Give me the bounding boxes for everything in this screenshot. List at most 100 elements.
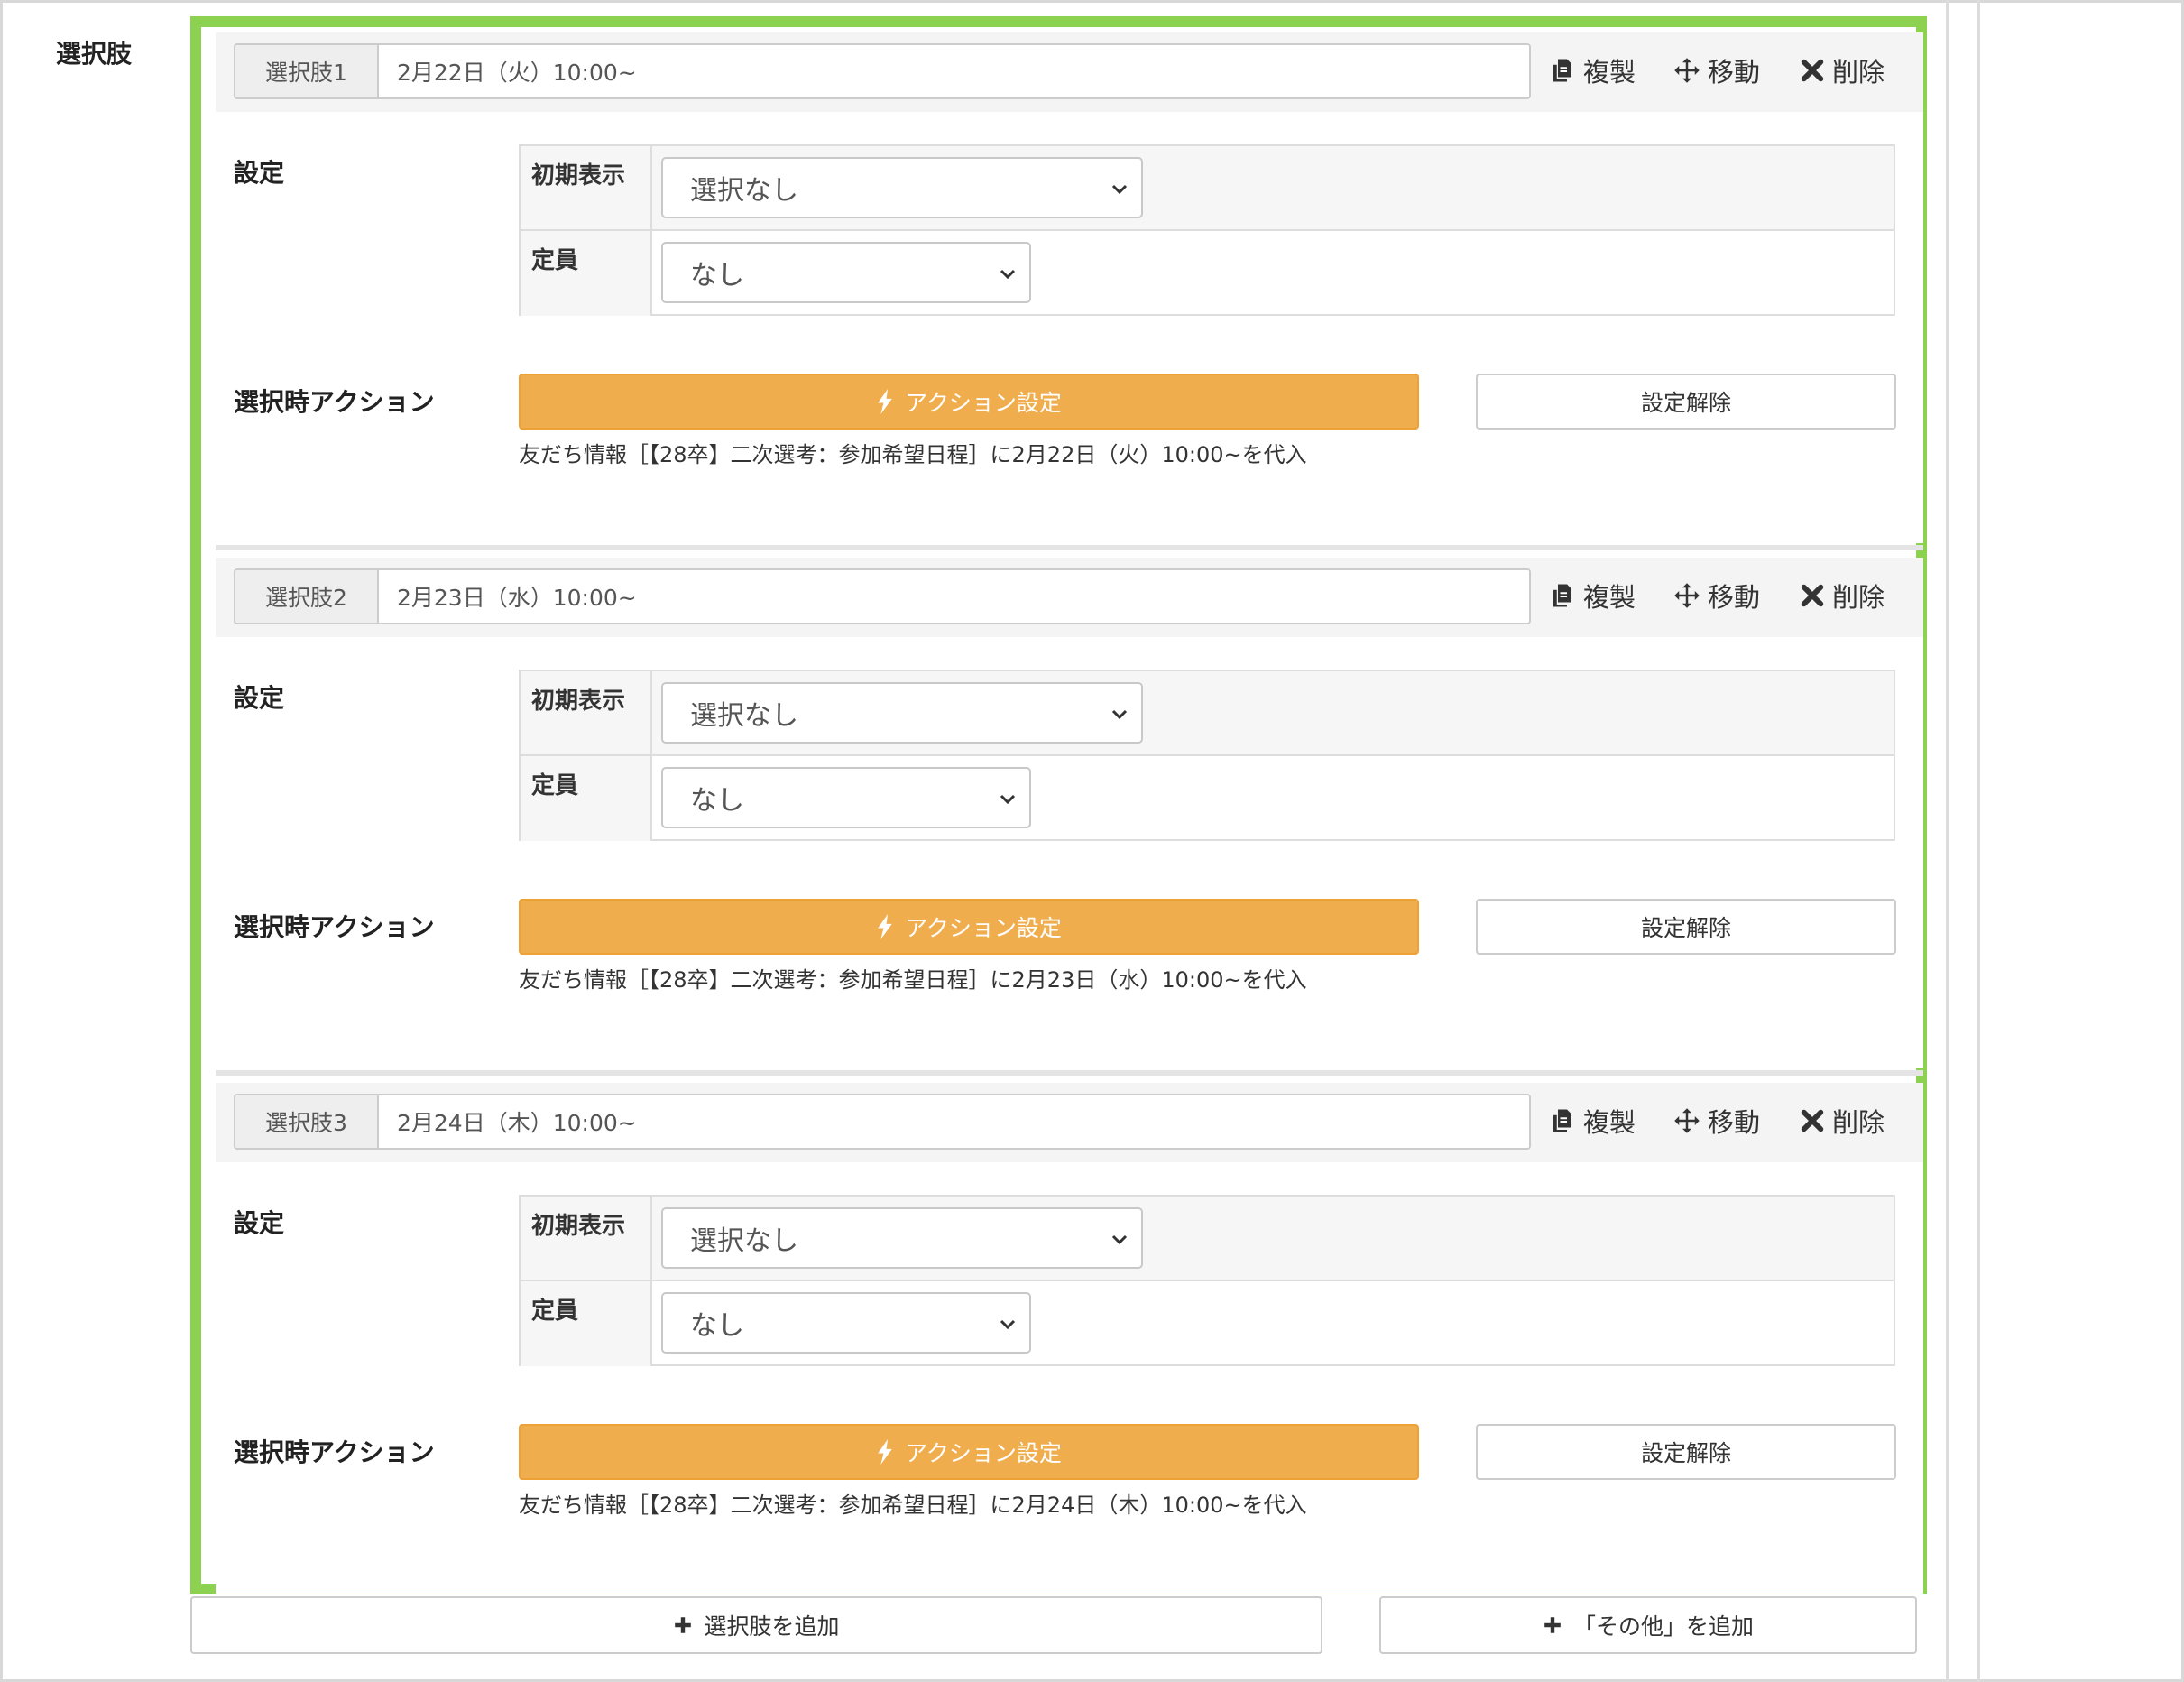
option-label-group: 選択肢1 <box>234 43 1531 99</box>
action-settings-button[interactable]: アクション設定 <box>519 1424 1419 1480</box>
move-label: 移動 <box>1708 582 1761 613</box>
capacity-row: 定員 なし <box>521 231 1894 316</box>
move-icon <box>1674 58 1700 83</box>
initial-display-select[interactable]: 選択なし <box>661 1207 1143 1269</box>
option-divider <box>216 545 1923 550</box>
initial-display-select[interactable]: 選択なし <box>661 157 1143 218</box>
initial-display-value: 選択なし <box>690 175 798 207</box>
copy-button[interactable]: 複製 <box>1549 51 1636 90</box>
move-button[interactable]: 移動 <box>1673 576 1760 615</box>
column-divider <box>1946 0 1949 1682</box>
option-label-group: 選択肢2 <box>234 568 1531 624</box>
action-description: 友だち情報［【28卒】二次選考：参加希望日程］に2月22日（火）10:00~を代… <box>519 442 1307 467</box>
plus-icon <box>1544 1617 1561 1633</box>
option-item: 選択肢3 複製 移動 削除 設定 初期表示 選択なし <box>216 1083 1923 1594</box>
bolt-icon <box>878 389 892 414</box>
option-number-addon: 選択肢2 <box>235 570 379 623</box>
option-divider <box>216 1070 1923 1076</box>
copy-icon <box>1553 1109 1571 1132</box>
option-item: 選択肢2 複製 移動 削除 設定 初期表示 選択なし <box>216 558 1923 1068</box>
chevron-down-icon <box>1111 709 1128 720</box>
settings-table: 初期表示 選択なし 定員 なし <box>519 670 1895 841</box>
action-settings-button[interactable]: アクション設定 <box>519 899 1419 955</box>
delete-button[interactable]: 削除 <box>1800 51 1885 90</box>
copy-button[interactable]: 複製 <box>1549 1101 1636 1141</box>
copy-label: 複製 <box>1583 57 1636 88</box>
option-number-addon: 選択肢1 <box>235 45 379 97</box>
close-icon <box>1801 584 1824 607</box>
action-description: 友だち情報［【28卒】二次選考：参加希望日程］に2月24日（木）10:00~を代… <box>519 1493 1307 1518</box>
chevron-down-icon <box>1111 184 1128 195</box>
bolt-icon <box>878 1439 892 1465</box>
add-other-button[interactable]: 「その他」を追加 <box>1379 1596 1917 1654</box>
clear-settings-button[interactable]: 設定解除 <box>1476 1424 1896 1480</box>
copy-icon <box>1553 584 1571 607</box>
plus-icon <box>675 1617 692 1633</box>
copy-button[interactable]: 複製 <box>1549 576 1636 615</box>
capacity-select[interactable]: なし <box>661 242 1031 303</box>
initial-display-header: 初期表示 <box>521 146 652 229</box>
capacity-header: 定員 <box>521 756 652 841</box>
initial-display-value: 選択なし <box>690 1225 798 1257</box>
chevron-down-icon <box>1111 1234 1128 1245</box>
option-label-input[interactable] <box>379 570 1529 623</box>
action-settings-label: アクション設定 <box>905 390 1062 416</box>
options-container: 選択肢1 複製 移動 削除 設定 初期表示 選択なし <box>190 16 1927 1594</box>
initial-display-row: 初期表示 選択なし <box>521 1197 1894 1281</box>
option-label-input[interactable] <box>379 45 1529 97</box>
action-label: 選択時アクション <box>234 1437 435 1467</box>
move-label: 移動 <box>1708 57 1761 88</box>
action-label: 選択時アクション <box>234 912 435 942</box>
move-label: 移動 <box>1708 1107 1761 1138</box>
move-button[interactable]: 移動 <box>1673 1101 1760 1141</box>
copy-label: 複製 <box>1583 1107 1636 1138</box>
add-option-label: 選択肢を追加 <box>704 1613 840 1640</box>
capacity-header: 定員 <box>521 231 652 316</box>
settings-label: 設定 <box>234 1208 285 1238</box>
capacity-select[interactable]: なし <box>661 1292 1031 1354</box>
initial-display-row: 初期表示 選択なし <box>521 146 1894 231</box>
action-settings-label: アクション設定 <box>905 1440 1062 1466</box>
move-button[interactable]: 移動 <box>1673 51 1760 90</box>
delete-button[interactable]: 削除 <box>1800 576 1885 615</box>
option-number-addon: 選択肢3 <box>235 1095 379 1148</box>
initial-display-row: 初期表示 選択なし <box>521 671 1894 756</box>
close-icon <box>1801 59 1824 82</box>
bolt-icon <box>878 914 892 939</box>
capacity-row: 定員 なし <box>521 756 1894 841</box>
capacity-value: なし <box>690 785 744 817</box>
action-settings-label: アクション設定 <box>905 915 1062 941</box>
move-icon <box>1674 1108 1700 1133</box>
capacity-select[interactable]: なし <box>661 767 1031 828</box>
delete-label: 削除 <box>1832 582 1885 613</box>
option-header: 選択肢1 複製 移動 削除 <box>216 32 1923 112</box>
settings-table: 初期表示 選択なし 定員 なし <box>519 1195 1895 1366</box>
clear-settings-button[interactable]: 設定解除 <box>1476 374 1896 430</box>
initial-display-header: 初期表示 <box>521 1197 652 1280</box>
option-label-input[interactable] <box>379 1095 1529 1148</box>
delete-label: 削除 <box>1832 57 1885 88</box>
capacity-value: なし <box>690 1310 744 1342</box>
initial-display-select[interactable]: 選択なし <box>661 682 1143 744</box>
clear-settings-button[interactable]: 設定解除 <box>1476 899 1896 955</box>
initial-display-value: 選択なし <box>690 700 798 732</box>
close-icon <box>1801 1109 1824 1132</box>
action-description: 友だち情報［【28卒】二次選考：参加希望日程］に2月23日（水）10:00~を代… <box>519 967 1307 993</box>
capacity-header: 定員 <box>521 1281 652 1366</box>
settings-table: 初期表示 選択なし 定員 なし <box>519 144 1895 316</box>
action-settings-button[interactable]: アクション設定 <box>519 374 1419 430</box>
field-label: 選択肢 <box>56 39 133 69</box>
chevron-down-icon <box>1000 1319 1016 1330</box>
delete-button[interactable]: 削除 <box>1800 1101 1885 1141</box>
option-label-group: 選択肢3 <box>234 1094 1531 1150</box>
capacity-row: 定員 なし <box>521 1281 1894 1366</box>
chevron-down-icon <box>1000 794 1016 805</box>
copy-icon <box>1553 59 1571 82</box>
settings-label: 設定 <box>234 683 285 713</box>
capacity-value: なし <box>690 260 744 291</box>
add-other-label: 「その他」を追加 <box>1572 1613 1754 1640</box>
settings-label: 設定 <box>234 158 285 188</box>
initial-display-header: 初期表示 <box>521 671 652 754</box>
add-option-button[interactable]: 選択肢を追加 <box>190 1596 1322 1654</box>
move-icon <box>1674 583 1700 608</box>
